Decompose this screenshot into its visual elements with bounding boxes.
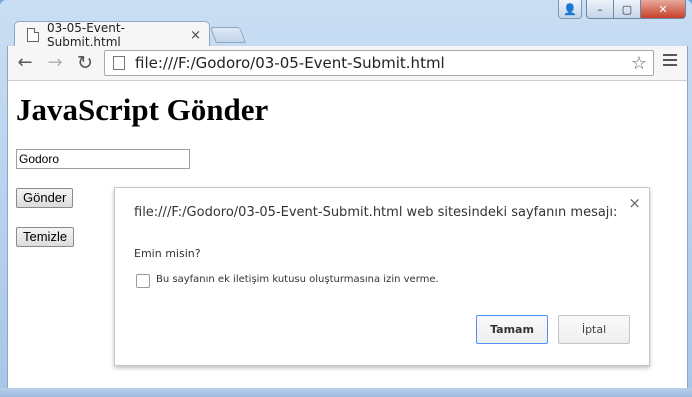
reset-button[interactable]: Temizle (16, 227, 75, 247)
dialog-title: file:///F:/Godoro/03-05-Event-Submit.htm… (134, 205, 618, 220)
back-arrow-icon[interactable]: ← (14, 52, 36, 74)
tab-title: 03-05-Event-Submit.html (47, 21, 125, 49)
close-window-button[interactable]: ✕ (641, 0, 686, 19)
user-icon[interactable]: 👤 (558, 0, 582, 19)
suppress-dialogs-checkbox[interactable] (136, 274, 150, 288)
forward-arrow-icon[interactable]: → (44, 52, 66, 74)
ok-button[interactable]: Tamam (476, 315, 548, 344)
name-input[interactable] (16, 149, 190, 169)
address-bar[interactable]: file:///F:/Godoro/03-05-Event-Submit.htm… (104, 50, 654, 76)
suppress-dialogs-label[interactable]: Bu sayfanın ek iletişim kutusu oluşturma… (156, 274, 439, 285)
minimize-button[interactable]: – (586, 0, 614, 19)
menu-icon[interactable] (663, 54, 677, 68)
url-text[interactable]: file:///F:/Godoro/03-05-Event-Submit.htm… (135, 54, 631, 72)
dialog-close-icon[interactable]: × (628, 194, 641, 212)
menu-bar (663, 54, 677, 56)
tab-close-icon[interactable]: × (190, 28, 201, 43)
new-tab-button[interactable] (210, 27, 246, 43)
document-icon (27, 28, 39, 42)
page-icon (113, 56, 125, 70)
browser-tab[interactable]: 03-05-Event-Submit.html × (14, 21, 210, 49)
page-content: JavaScript Gönder Gönder Temizle × file:… (7, 80, 688, 389)
browser-toolbar: ← → ↻ file:///F:/Godoro/03-05-Event-Subm… (7, 46, 688, 80)
star-icon[interactable]: ☆ (631, 53, 647, 74)
window-bottom-edge (0, 388, 692, 397)
window-controls: 👤 – ▢ ✕ (558, 0, 686, 22)
submit-button[interactable]: Gönder (16, 188, 74, 208)
browser-window: 👤 – ▢ ✕ 03-05-Event-Submit.html × ← → ↻ … (0, 0, 692, 397)
confirm-dialog: × file:///F:/Godoro/03-05-Event-Submit.h… (114, 187, 650, 366)
maximize-button[interactable]: ▢ (614, 0, 641, 19)
menu-bar (663, 64, 677, 66)
page-title: JavaScript Gönder (16, 92, 269, 127)
menu-bar (663, 59, 677, 61)
dialog-message: Emin misin? (134, 247, 201, 260)
cancel-button[interactable]: İptal (558, 315, 630, 344)
reload-icon[interactable]: ↻ (74, 52, 96, 74)
